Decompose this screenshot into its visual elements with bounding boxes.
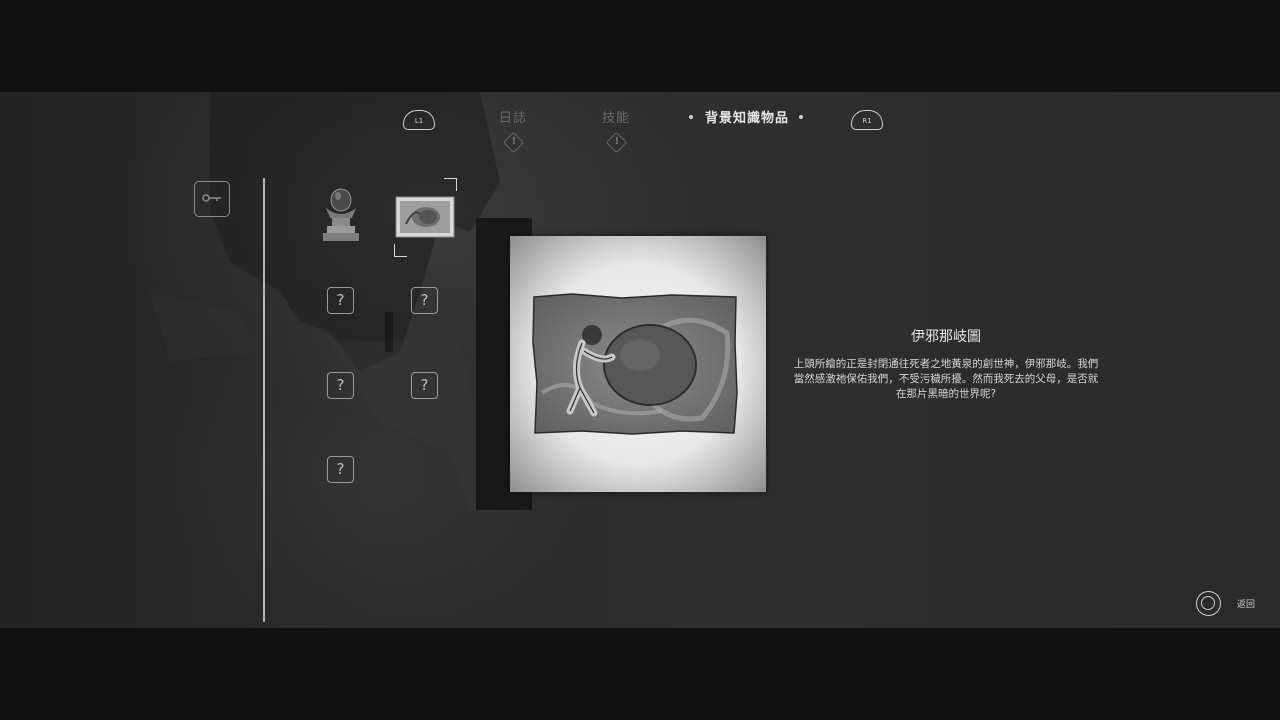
item-slot-unknown[interactable]: ? — [327, 456, 354, 483]
letterbox-top — [0, 0, 1280, 92]
key-icon — [202, 194, 221, 202]
item-slot-unknown[interactable]: ? — [327, 372, 354, 399]
tab-skills-label: 技能 — [601, 111, 630, 126]
circle-button-icon[interactable] — [1196, 591, 1221, 616]
item-title: 伊邪那岐圖 — [911, 329, 981, 345]
letterbox-bottom — [0, 628, 1280, 720]
category-key-button[interactable] — [194, 181, 230, 217]
tab-lore-items-label: 背景知識物品 — [704, 111, 789, 126]
item-slot-izanami-scroll-selected[interactable] — [394, 178, 458, 257]
tab-journal-label: 日誌 — [498, 111, 527, 126]
r1-shoulder-button[interactable]: R1 — [851, 110, 883, 130]
tab-skills[interactable]: 技能 — [591, 107, 641, 126]
tab-lore-items[interactable]: 背景知識物品 — [698, 107, 796, 126]
item-slot-orb-statue[interactable] — [318, 186, 364, 246]
item-slot-unknown[interactable]: ? — [411, 372, 438, 399]
izanagi-painting-image — [532, 293, 738, 435]
active-tab-dot-left — [689, 115, 693, 119]
scroll-thumbnail-icon — [395, 196, 455, 238]
orb-statue-icon — [323, 188, 359, 241]
tab-journal[interactable]: 日誌 — [488, 107, 538, 126]
active-tab-dot-right — [799, 115, 803, 119]
item-slot-unknown[interactable]: ? — [327, 287, 354, 314]
l1-shoulder-button[interactable]: L1 — [403, 110, 435, 130]
panel-divider — [263, 178, 265, 622]
item-slot-unknown[interactable]: ? — [411, 287, 438, 314]
item-description: 上頭所繪的正是封閉通往死者之地黃泉的創世神，伊邪那岐。我們當然感激祂保佑我們，不… — [793, 358, 1099, 400]
back-label[interactable]: 返回 — [1237, 597, 1255, 610]
